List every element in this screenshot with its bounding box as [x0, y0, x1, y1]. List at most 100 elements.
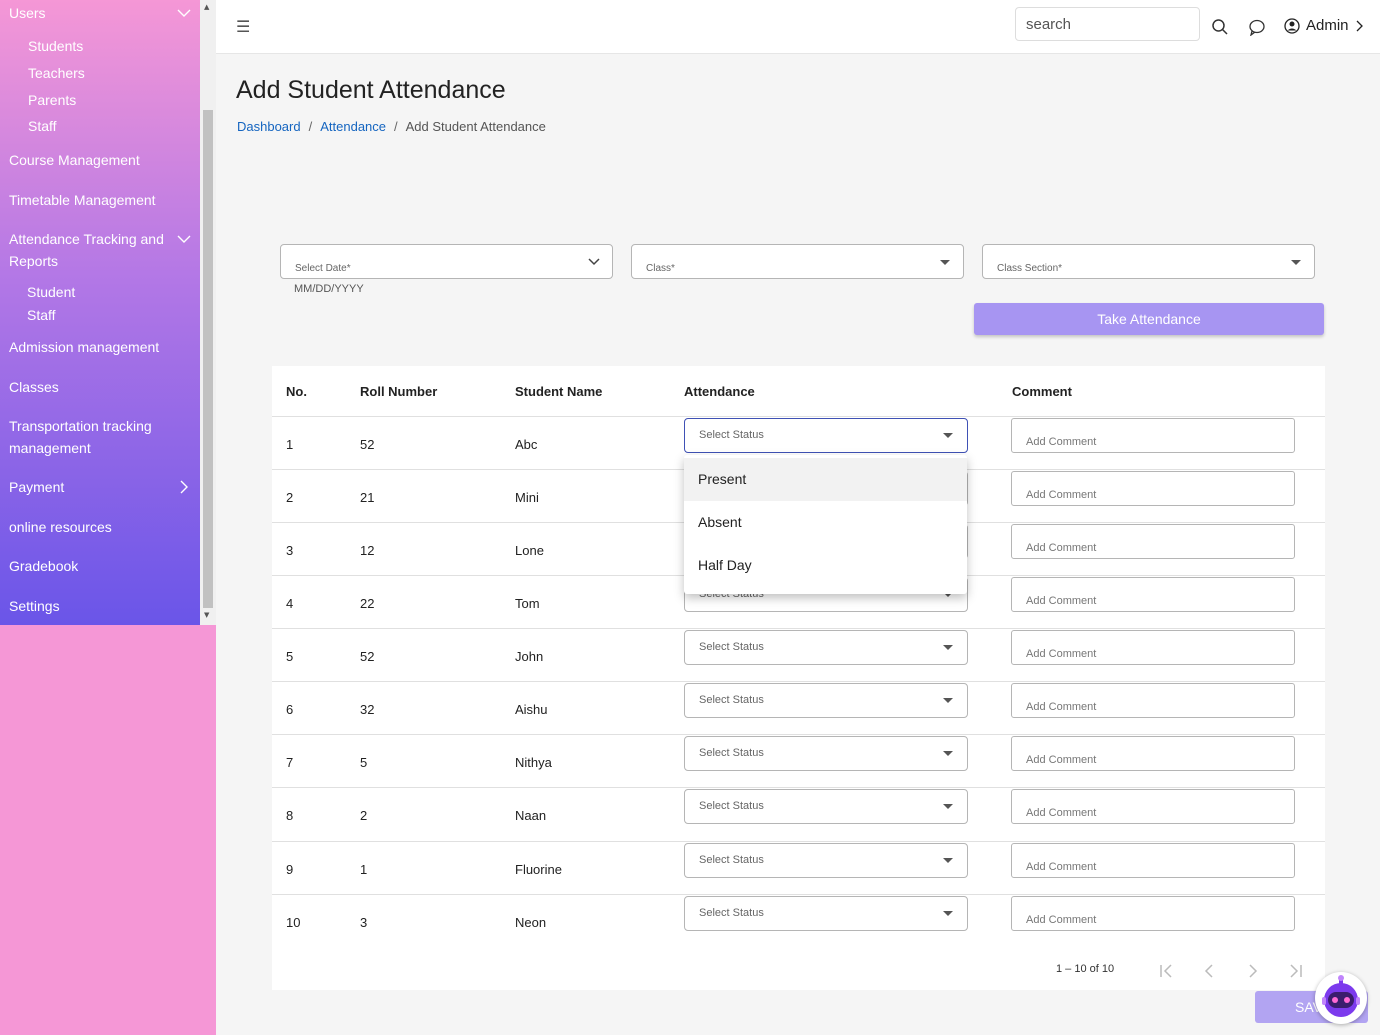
student-name: Naan: [515, 808, 547, 823]
comment-placeholder: Add Comment: [1026, 436, 1097, 448]
column-header-roll-number: Roll Number: [360, 384, 438, 399]
last-page-icon[interactable]: [1287, 963, 1305, 979]
attendance-status-select[interactable]: Select Status: [684, 789, 968, 824]
roll-number: 52: [360, 649, 375, 664]
sidebar-subitem-staff-attendance[interactable]: Staff: [27, 306, 56, 324]
comment-input[interactable]: Add Comment: [1011, 630, 1295, 665]
breadcrumb-current: Add Student Attendance: [405, 119, 546, 134]
search-icon[interactable]: [1211, 18, 1229, 36]
roll-number: 52: [360, 437, 375, 452]
date-format-hint: MM/DD/YYYY: [294, 283, 364, 295]
scroll-down-icon[interactable]: ▼: [204, 612, 209, 619]
take-attendance-button[interactable]: Take Attendance: [974, 303, 1324, 335]
student-name: Mini: [515, 490, 539, 505]
scroll-thumb[interactable]: [203, 110, 213, 608]
comment-input[interactable]: Add Comment: [1011, 471, 1295, 506]
breadcrumb-dashboard[interactable]: Dashboard: [237, 119, 301, 134]
attendance-status-select[interactable]: Select Status: [684, 843, 968, 878]
sidebar-item-attendance-tracking[interactable]: Attendance Tracking and Reports: [9, 228, 174, 272]
student-name: Abc: [515, 437, 538, 452]
option-half-day[interactable]: Half Day: [684, 544, 967, 587]
roll-number: 3: [360, 915, 368, 930]
menu-icon[interactable]: ☰: [236, 17, 250, 36]
sidebar-item-classes[interactable]: Classes: [9, 376, 59, 398]
attendance-status-select[interactable]: Select Status: [684, 630, 968, 665]
column-header-comment: Comment: [1012, 384, 1072, 399]
comment-input[interactable]: Add Comment: [1011, 896, 1295, 931]
comment-placeholder: Add Comment: [1026, 701, 1097, 713]
sidebar-subitem-staff[interactable]: Staff: [28, 117, 57, 135]
status-placeholder: Select Status: [699, 429, 764, 441]
comment-placeholder: Add Comment: [1026, 489, 1097, 501]
comment-input[interactable]: Add Comment: [1011, 789, 1295, 824]
dropdown-arrow-icon: [943, 804, 953, 809]
row-number: 9: [286, 862, 294, 877]
sidebar-subitem-student[interactable]: Student: [27, 283, 75, 301]
row-number: 4: [286, 596, 294, 611]
class-section-select[interactable]: Class Section*: [982, 244, 1315, 279]
breadcrumb-separator: /: [394, 119, 398, 134]
sidebar-scrollbar[interactable]: ▲ ▼: [200, 0, 216, 625]
table-row: 9 1 Fluorine Select Status Add Comment: [272, 841, 1325, 894]
option-absent[interactable]: Absent: [684, 501, 967, 544]
dropdown-arrow-icon: [943, 698, 953, 703]
comment-input[interactable]: Add Comment: [1011, 683, 1295, 718]
roll-number: 32: [360, 702, 375, 717]
status-placeholder: Select Status: [699, 747, 764, 759]
sidebar-item-admission-management[interactable]: Admission management: [9, 336, 159, 358]
user-icon: [1284, 17, 1300, 34]
dropdown-arrow-icon: [1291, 260, 1301, 265]
sidebar-item-users[interactable]: Users: [9, 2, 46, 24]
select-date-field[interactable]: Select Date*: [280, 244, 613, 279]
comment-input[interactable]: Add Comment: [1011, 418, 1295, 453]
chevron-down-icon: [588, 258, 600, 266]
sidebar-subitem-parents[interactable]: Parents: [28, 91, 76, 109]
breadcrumb-attendance[interactable]: Attendance: [320, 119, 386, 134]
roll-number: 1: [360, 862, 368, 877]
comment-input[interactable]: Add Comment: [1011, 843, 1295, 878]
sidebar-subitem-teachers[interactable]: Teachers: [28, 64, 85, 82]
attendance-status-select[interactable]: Select Status: [684, 418, 968, 453]
comment-input[interactable]: Add Comment: [1011, 577, 1295, 612]
sidebar-item-timetable-management[interactable]: Timetable Management: [9, 189, 156, 211]
search-input[interactable]: [1015, 7, 1200, 41]
select-date-label: Select Date*: [295, 263, 351, 274]
roll-number: 5: [360, 755, 368, 770]
sidebar-item-course-management[interactable]: Course Management: [9, 149, 140, 171]
sidebar-item-online-resources[interactable]: online resources: [9, 516, 112, 538]
chevron-down-icon[interactable]: [176, 231, 192, 247]
attendance-status-select[interactable]: Select Status: [684, 683, 968, 718]
next-page-icon[interactable]: [1244, 963, 1262, 979]
attendance-status-select[interactable]: Select Status: [684, 736, 968, 771]
attendance-status-select[interactable]: Select Status: [684, 896, 968, 931]
sidebar-item-payment[interactable]: Payment: [9, 476, 64, 498]
row-number: 3: [286, 543, 294, 558]
sidebar-item-gradebook[interactable]: Gradebook: [9, 555, 78, 577]
chat-icon[interactable]: [1248, 18, 1266, 36]
row-number: 8: [286, 808, 294, 823]
comment-input[interactable]: Add Comment: [1011, 524, 1295, 559]
previous-page-icon[interactable]: [1201, 963, 1219, 979]
scroll-up-icon[interactable]: ▲: [204, 4, 209, 11]
table-row: 5 52 John Select Status Add Comment: [272, 628, 1325, 681]
sidebar-item-transportation[interactable]: Transportation tracking management: [9, 415, 174, 459]
chevron-down-icon[interactable]: [176, 5, 192, 21]
side-menu: Users Students Teachers Parents Staff Co…: [0, 0, 200, 625]
status-placeholder: Select Status: [699, 854, 764, 866]
chevron-right-icon[interactable]: [176, 479, 192, 495]
class-select[interactable]: Class*: [631, 244, 964, 279]
comment-input[interactable]: Add Comment: [1011, 736, 1295, 771]
student-name: Tom: [515, 596, 540, 611]
option-present[interactable]: Present: [684, 458, 967, 501]
admin-menu[interactable]: Admin: [1284, 17, 1365, 34]
row-number: 5: [286, 649, 294, 664]
class-label: Class*: [646, 263, 675, 274]
student-name: John: [515, 649, 544, 664]
student-name: Lone: [515, 543, 544, 558]
admin-label: Admin: [1306, 17, 1349, 34]
chatbot-button[interactable]: [1315, 972, 1367, 1024]
status-placeholder: Select Status: [699, 694, 764, 706]
sidebar-subitem-students[interactable]: Students: [28, 37, 83, 55]
first-page-icon[interactable]: [1158, 963, 1176, 979]
sidebar-item-settings[interactable]: Settings: [9, 595, 60, 617]
